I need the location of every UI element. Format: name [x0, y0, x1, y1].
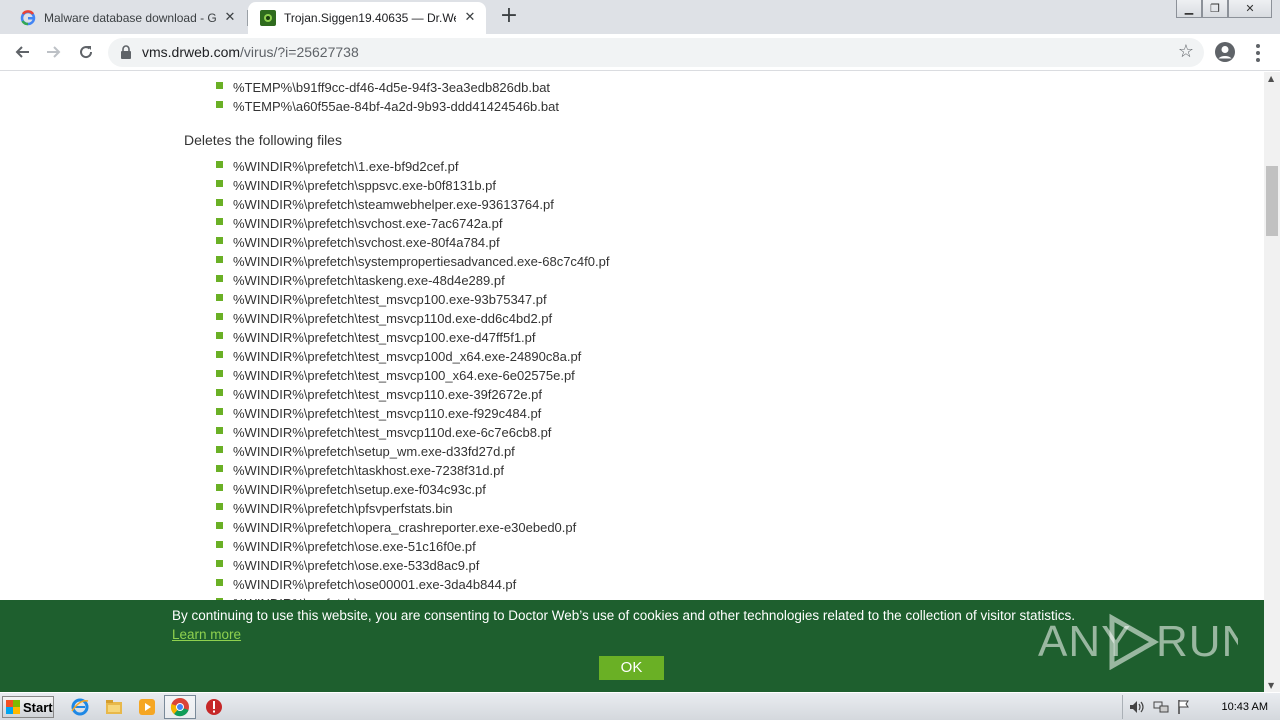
- list-item: %WINDIR%\prefetch\ose.exe-533d8ac9.pf: [214, 558, 609, 577]
- scroll-up-arrow-icon[interactable]: ▲: [1268, 74, 1274, 83]
- network-icon[interactable]: [1153, 700, 1169, 714]
- forward-button[interactable]: [42, 40, 66, 64]
- list-item: %WINDIR%\prefetch\svchost.exe-7ac6742a.p…: [214, 216, 609, 235]
- list-item: %WINDIR%\prefetch\pfsvperfstats.bin: [214, 501, 609, 520]
- back-button[interactable]: [10, 40, 34, 64]
- volume-icon[interactable]: [1129, 700, 1145, 714]
- anyrun-watermark-logo: ANY RUN: [1038, 610, 1238, 670]
- list-item: %WINDIR%\prefetch\opera_crashreporter.ex…: [214, 520, 609, 539]
- bookmark-star-icon[interactable]: ☆: [1178, 43, 1194, 61]
- tab-google-search[interactable]: Malware database download - Google ✕: [8, 2, 246, 34]
- list-item: %WINDIR%\prefetch\test_msvcp110d.exe-dd6…: [214, 311, 609, 330]
- list-item: %WINDIR%\prefetch\taskeng.exe-48d4e289.p…: [214, 273, 609, 292]
- back-arrow-icon: [15, 46, 29, 58]
- browser-toolbar: vms.drweb.com/virus/?i=25627738 ☆: [0, 34, 1280, 71]
- windows-taskbar: Start 10:43 AM: [0, 692, 1280, 720]
- url-path: /virus/?i=25627738: [240, 44, 359, 60]
- chrome-icon[interactable]: [170, 697, 190, 717]
- svg-text:ANY: ANY: [1038, 617, 1131, 666]
- start-label: Start: [23, 699, 53, 715]
- internet-explorer-icon[interactable]: [70, 697, 90, 717]
- list-item: %WINDIR%\prefetch\test_msvcp110d.exe-6c7…: [214, 425, 609, 444]
- tab-title: Trojan.Siggen19.40635 — Dr.Web M: [284, 11, 456, 25]
- list-item: %WINDIR%\prefetch\test_msvcp100d_x64.exe…: [214, 349, 609, 368]
- list-item: %WINDIR%\prefetch\test_msvcp110.exe-f929…: [214, 406, 609, 425]
- learn-more-link[interactable]: Learn more: [172, 627, 241, 642]
- file-explorer-icon[interactable]: [104, 697, 124, 717]
- page-scrollbar[interactable]: ▲ ▼: [1264, 72, 1280, 692]
- browser-menu-icon[interactable]: [1250, 42, 1266, 64]
- list-item: %WINDIR%\prefetch\systempropertiesadvanc…: [214, 254, 609, 273]
- clock[interactable]: 10:43 AM: [1222, 701, 1268, 713]
- list-item: %WINDIR%\prefetch\test_msvcp100.exe-d47f…: [214, 330, 609, 349]
- list-item: %WINDIR%\prefetch\sppsvc.exe-b0f8131b.pf: [214, 178, 609, 197]
- drweb-spider-icon: [260, 10, 276, 26]
- google-icon: [20, 10, 36, 26]
- address-bar[interactable]: vms.drweb.com/virus/?i=25627738 ☆: [108, 38, 1204, 67]
- tab-drweb[interactable]: Trojan.Siggen19.40635 — Dr.Web M ✕: [248, 2, 486, 34]
- list-item: %WINDIR%\prefetch\setup_wm.exe-d33fd27d.…: [214, 444, 609, 463]
- cookie-banner-text: By continuing to use this website, you a…: [172, 606, 1092, 644]
- reload-button[interactable]: [74, 40, 98, 64]
- system-tray: 10:43 AM: [1122, 695, 1280, 719]
- media-player-icon[interactable]: [137, 697, 157, 717]
- window-close-button[interactable]: ✕: [1228, 0, 1272, 18]
- list-item: %WINDIR%\prefetch\test_msvcp100_x64.exe-…: [214, 368, 609, 387]
- section-title: Deletes the following files: [184, 132, 342, 148]
- profile-avatar-icon[interactable]: [1214, 41, 1236, 63]
- scroll-down-arrow-icon[interactable]: ▼: [1268, 681, 1274, 690]
- list-item: %TEMP%\b91ff9cc-df46-4d5e-94f3-3ea3edb82…: [214, 80, 559, 99]
- restore-button[interactable]: ❐: [1202, 0, 1228, 18]
- list-item: %WINDIR%\prefetch\ose00001.exe-3da4b844.…: [214, 577, 609, 596]
- list-item: %WINDIR%\prefetch\test_msvcp110.exe-39f2…: [214, 387, 609, 406]
- list-item: %WINDIR%\prefetch\svchost.exe-80f4a784.p…: [214, 235, 609, 254]
- cookie-ok-button[interactable]: OK: [599, 656, 664, 680]
- start-button[interactable]: Start: [2, 696, 54, 718]
- new-tab-button[interactable]: +: [498, 5, 520, 28]
- created-files-list: %TEMP%\b91ff9cc-df46-4d5e-94f3-3ea3edb82…: [214, 80, 559, 118]
- tab-strip: Malware database download - Google ✕ Tro…: [0, 0, 1280, 34]
- close-icon[interactable]: ✕: [222, 10, 238, 26]
- list-item: %WINDIR%\prefetch\test_msvcp100.exe-93b7…: [214, 292, 609, 311]
- url-text: vms.drweb.com/virus/?i=25627738: [142, 44, 359, 60]
- windows-logo-icon: [6, 700, 20, 714]
- url-host: vms.drweb.com: [142, 44, 241, 60]
- reload-icon: [80, 46, 93, 59]
- close-icon[interactable]: ✕: [462, 10, 478, 26]
- lock-icon: [121, 45, 131, 59]
- stop-sign-icon[interactable]: [204, 697, 224, 717]
- tab-title: Malware database download - Google: [44, 11, 216, 25]
- deleted-files-list: %WINDIR%\prefetch\1.exe-bf9d2cef.pf %WIN…: [214, 159, 609, 615]
- window-controls: ▁ ❐ ✕: [1176, 0, 1272, 18]
- minimize-button[interactable]: ▁: [1176, 0, 1202, 18]
- page-content: %TEMP%\b91ff9cc-df46-4d5e-94f3-3ea3edb82…: [0, 72, 1264, 692]
- svg-text:RUN: RUN: [1156, 617, 1238, 666]
- scrollbar-thumb[interactable]: [1266, 166, 1278, 236]
- action-center-flag-icon[interactable]: [1177, 699, 1191, 715]
- list-item: %WINDIR%\prefetch\1.exe-bf9d2cef.pf: [214, 159, 609, 178]
- list-item: %WINDIR%\prefetch\setup.exe-f034c93c.pf: [214, 482, 609, 501]
- cookie-message: By continuing to use this website, you a…: [172, 608, 1075, 623]
- forward-arrow-icon: [47, 46, 61, 58]
- list-item: %WINDIR%\prefetch\ose.exe-51c16f0e.pf: [214, 539, 609, 558]
- list-item: %WINDIR%\prefetch\taskhost.exe-7238f31d.…: [214, 463, 609, 482]
- list-item: %TEMP%\a60f55ae-84bf-4a2d-9b93-ddd414245…: [214, 99, 559, 118]
- list-item: %WINDIR%\prefetch\steamwebhelper.exe-936…: [214, 197, 609, 216]
